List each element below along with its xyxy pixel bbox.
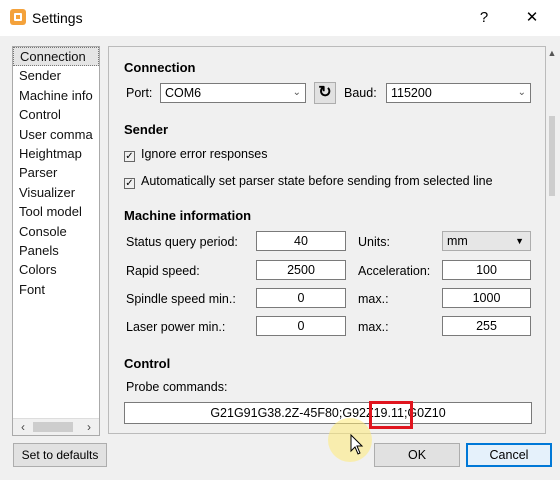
nav-item-font[interactable]: Font (13, 280, 99, 299)
set-to-defaults-button[interactable]: Set to defaults (13, 443, 107, 467)
status-query-label: Status query period: (126, 235, 238, 249)
ignore-errors-checkbox[interactable]: ✓ (124, 151, 135, 162)
port-label: Port: (126, 86, 153, 100)
scroll-up-icon[interactable]: ▲ (546, 48, 558, 58)
chevron-down-icon: ⌄ (517, 87, 526, 98)
acceleration-input[interactable]: 100 (442, 260, 531, 280)
scrollbar-thumb[interactable] (33, 422, 73, 432)
refresh-icon: ↻ (318, 84, 332, 101)
section-machine-heading: Machine information (124, 208, 252, 223)
port-value: COM6 (165, 86, 202, 100)
units-value: mm (447, 234, 468, 248)
spindle-min-input[interactable]: 0 (256, 288, 346, 308)
app-icon (10, 9, 26, 25)
auto-parser-checkbox-row[interactable]: ✓ Automatically set parser state before s… (124, 174, 493, 189)
ok-button[interactable]: OK (374, 443, 460, 467)
nav-item-machine-info[interactable]: Machine info (13, 86, 99, 105)
chevron-down-icon: ⌄ (292, 87, 301, 98)
nav-item-console[interactable]: Console (13, 222, 99, 241)
laser-min-label: Laser power min.: (126, 320, 226, 334)
rapid-speed-input[interactable]: 2500 (256, 260, 346, 280)
units-label: Units: (358, 235, 390, 249)
nav-item-connection[interactable]: Connection (13, 47, 99, 67)
nav-item-tool-model[interactable]: Tool model (13, 202, 99, 221)
spindle-min-label: Spindle speed min.: (126, 292, 236, 306)
scroll-right-icon[interactable]: › (81, 419, 97, 435)
nav-item-user-commands[interactable]: User comma (13, 125, 99, 144)
nav-item-panels[interactable]: Panels (13, 241, 99, 260)
probe-commands-input[interactable]: G21G91G38.2Z-45F80;G92Z19.11;G0Z10 (124, 402, 532, 424)
close-button[interactable]: ✕ (520, 6, 544, 30)
status-query-input[interactable]: 40 (256, 231, 346, 251)
section-control-heading: Control (124, 356, 171, 371)
title-bar: Settings ? ✕ (0, 0, 560, 36)
units-select[interactable]: mm ▼ (442, 231, 531, 251)
spindle-max-input[interactable]: 1000 (442, 288, 531, 308)
ignore-errors-label: Ignore error responses (141, 147, 268, 161)
section-sender-heading: Sender (124, 122, 169, 137)
auto-parser-label: Automatically set parser state before se… (141, 174, 493, 188)
refresh-ports-button[interactable]: ↻ (314, 82, 336, 104)
spindle-max-label: max.: (358, 292, 389, 306)
settings-category-list[interactable]: Connection Sender Machine info Control U… (12, 46, 100, 436)
baud-label: Baud: (344, 86, 377, 100)
highlight-annotation (369, 401, 413, 429)
scrollbar-thumb[interactable] (549, 116, 555, 196)
laser-min-input[interactable]: 0 (256, 316, 346, 336)
baud-select[interactable]: 115200 ⌄ (386, 83, 531, 103)
nav-item-control[interactable]: Control (13, 105, 99, 124)
nav-item-sender[interactable]: Sender (13, 66, 99, 85)
window-title: Settings (32, 10, 83, 26)
auto-parser-checkbox[interactable]: ✓ (124, 178, 135, 189)
port-select[interactable]: COM6 ⌄ (160, 83, 306, 103)
baud-value: 115200 (391, 86, 432, 100)
cancel-button[interactable]: Cancel (466, 443, 552, 467)
laser-max-label: max.: (358, 320, 389, 334)
nav-item-parser[interactable]: Parser (13, 163, 99, 182)
probe-commands-label: Probe commands: (126, 380, 228, 394)
section-connection-heading: Connection (124, 60, 196, 75)
list-horizontal-scrollbar[interactable]: ‹ › (13, 418, 99, 435)
laser-max-input[interactable]: 255 (442, 316, 531, 336)
chevron-down-icon: ▼ (515, 236, 524, 246)
rapid-speed-label: Rapid speed: (126, 264, 200, 278)
nav-item-heightmap[interactable]: Heightmap (13, 144, 99, 163)
acceleration-label: Acceleration: (358, 264, 431, 278)
scroll-left-icon[interactable]: ‹ (15, 419, 31, 435)
nav-item-visualizer[interactable]: Visualizer (13, 183, 99, 202)
nav-item-colors[interactable]: Colors (13, 260, 99, 279)
ignore-errors-checkbox-row[interactable]: ✓ Ignore error responses (124, 147, 267, 162)
panel-vertical-scrollbar[interactable]: ▲ (546, 46, 558, 434)
help-button[interactable]: ? (472, 6, 496, 30)
mouse-pointer-icon (350, 434, 364, 455)
